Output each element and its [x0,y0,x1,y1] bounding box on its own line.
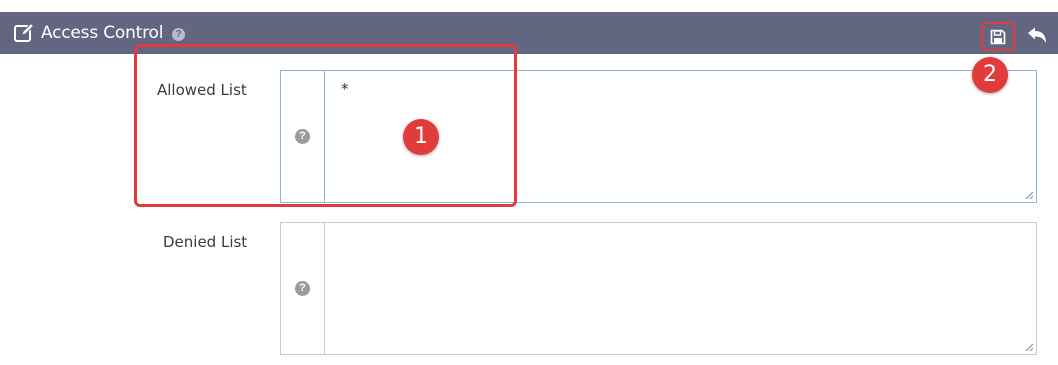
panel-title: Access Control [41,23,164,43]
resize-grip-icon[interactable] [1025,191,1034,200]
save-button[interactable] [981,22,1015,51]
save-icon [990,29,1006,44]
denied-list-label: Denied List [163,233,248,251]
undo-arrow-icon[interactable] [1025,26,1049,46]
help-icon: ? [295,281,310,296]
edit-icon [14,22,35,42]
top-strip [0,0,1058,12]
denied-list-field: ? [280,222,1037,355]
callout-box-allowed-list [134,44,517,207]
callout-badge-2: 2 [972,57,1008,93]
denied-list-textarea[interactable] [325,223,1036,354]
denied-list-help[interactable]: ? [281,223,325,354]
callout-badge-1: 1 [403,119,439,155]
resize-grip-icon[interactable] [1025,343,1034,352]
help-icon[interactable]: ? [172,28,185,41]
